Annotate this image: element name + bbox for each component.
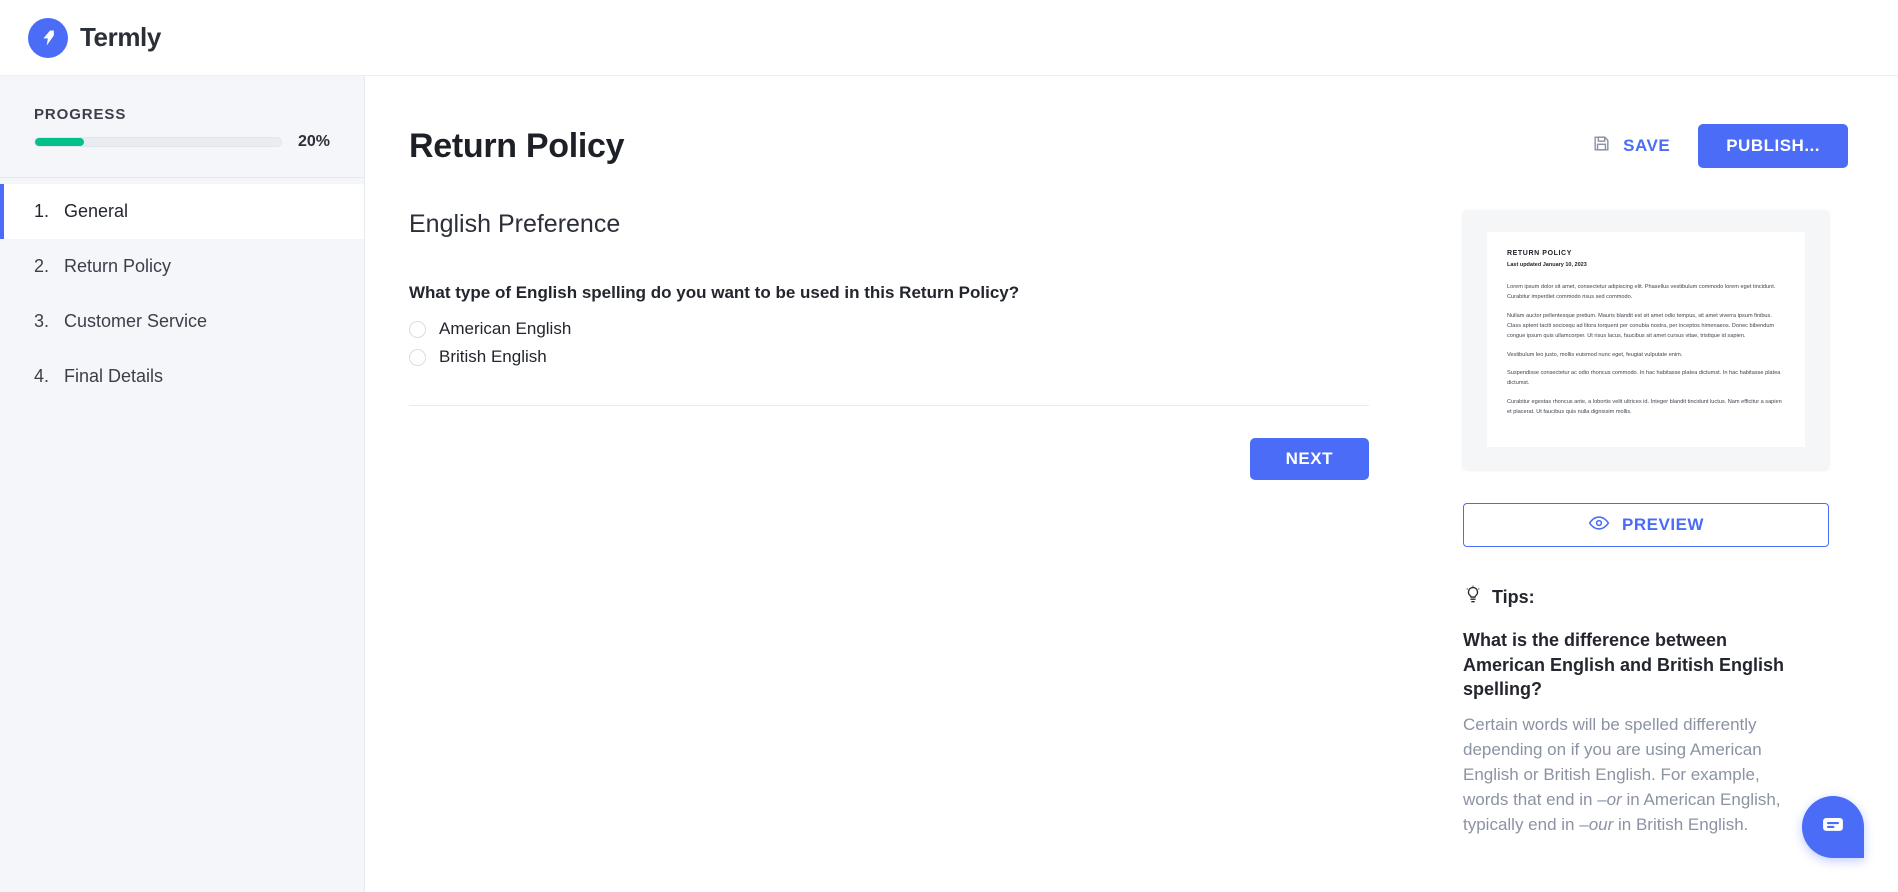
section-title: English Preference — [409, 210, 1429, 239]
radio-indicator[interactable] — [409, 321, 426, 338]
tips-body-part3: in British English. — [1613, 815, 1748, 834]
eye-icon — [1588, 512, 1610, 539]
sidebar-item-number: 2. — [34, 256, 54, 277]
progress-percent: 20% — [298, 133, 330, 151]
next-button[interactable]: NEXT — [1250, 438, 1369, 480]
save-button[interactable]: SAVE — [1592, 134, 1670, 158]
wizard-steps-nav: 1. General 2. Return Policy 3. Customer Servi… — [0, 178, 364, 404]
chat-widget-button[interactable] — [1802, 796, 1864, 858]
sidebar-item-customer-service[interactable]: 3. Customer Service — [0, 294, 364, 349]
preview-button-label: PREVIEW — [1622, 515, 1704, 535]
sidebar-item-label: General — [64, 201, 128, 222]
radio-option-label: British English — [439, 347, 547, 367]
radio-option-american-english[interactable]: American English — [409, 315, 1429, 343]
document-title: RETURN POLICY — [1507, 250, 1785, 257]
document-paragraph: Nullam auctor pellentesque pretium. Maur… — [1507, 311, 1785, 342]
document-preview-card[interactable]: RETURN POLICY Last updated January 10, 2… — [1463, 210, 1829, 469]
chat-bubble-icon — [1819, 811, 1847, 844]
tips-heading: Tips: — [1492, 587, 1535, 608]
lightbulb-icon — [1463, 585, 1483, 610]
tips-body-em2: –our — [1579, 815, 1613, 834]
tips-body-em1: –or — [1597, 790, 1622, 809]
document-last-updated: Last updated January 10, 2023 — [1507, 262, 1785, 268]
radio-indicator[interactable] — [409, 349, 426, 366]
document-body: Lorem ipsum dolor sit amet, consectetur … — [1507, 282, 1785, 417]
tips-header: Tips: — [1463, 585, 1829, 610]
sidebar-item-number: 3. — [34, 311, 54, 332]
sidebar-item-label: Final Details — [64, 366, 163, 387]
tips-question: What is the difference between American … — [1463, 628, 1803, 701]
document-paragraph: Suspendisse consectetur ac odio rhoncus … — [1507, 368, 1785, 389]
document-paragraph: Lorem ipsum dolor sit amet, consectetur … — [1507, 282, 1785, 303]
preview-panel: RETURN POLICY Last updated January 10, 2… — [1429, 168, 1829, 892]
form-panel: English Preference What type of English … — [409, 168, 1429, 892]
page-title: Return Policy — [409, 127, 624, 166]
english-preference-radio-group: American English British English — [409, 315, 1429, 371]
app-header: Termly — [0, 0, 1898, 76]
save-button-label: SAVE — [1623, 136, 1670, 156]
brand-name: Termly — [80, 22, 161, 53]
floppy-disk-save-icon — [1592, 134, 1611, 158]
progress-bar-fill — [35, 138, 84, 146]
progress-bar — [34, 137, 282, 147]
tips-body: Certain words will be spelled differentl… — [1463, 713, 1803, 837]
sidebar-item-return-policy[interactable]: 2. Return Policy — [0, 239, 364, 294]
form-divider — [409, 405, 1369, 406]
header-actions: SAVE PUBLISH... — [1592, 124, 1848, 168]
sidebar-item-final-details[interactable]: 4. Final Details — [0, 349, 364, 404]
sidebar-item-general[interactable]: 1. General — [0, 184, 364, 239]
main-content: Return Policy SAVE PUBLISH... — [365, 76, 1898, 892]
sidebar-item-label: Customer Service — [64, 311, 207, 332]
preview-button[interactable]: PREVIEW — [1463, 503, 1829, 547]
termly-bolt-logo-icon — [28, 18, 68, 58]
progress-label: PROGRESS — [34, 106, 330, 123]
sidebar-item-label: Return Policy — [64, 256, 171, 277]
question-label: What type of English spelling do you wan… — [409, 283, 1429, 303]
sidebar-item-number: 4. — [34, 366, 54, 387]
sidebar-item-number: 1. — [34, 201, 54, 222]
page-header: Return Policy SAVE PUBLISH... — [409, 124, 1854, 168]
radio-option-british-english[interactable]: British English — [409, 343, 1429, 371]
document-preview-page: RETURN POLICY Last updated January 10, 2… — [1487, 232, 1805, 447]
radio-option-label: American English — [439, 319, 571, 339]
progress-block: PROGRESS 20% — [0, 76, 364, 177]
document-paragraph: Vestibulum leo justo, mollis euismod nun… — [1507, 350, 1785, 360]
publish-button[interactable]: PUBLISH... — [1698, 124, 1848, 168]
document-paragraph: Curabitur egestas rhoncus ante, a lobort… — [1507, 397, 1785, 418]
brand-logo[interactable]: Termly — [28, 18, 161, 58]
sidebar: PROGRESS 20% 1. General 2. Return Policy 3. C… — [0, 76, 365, 892]
